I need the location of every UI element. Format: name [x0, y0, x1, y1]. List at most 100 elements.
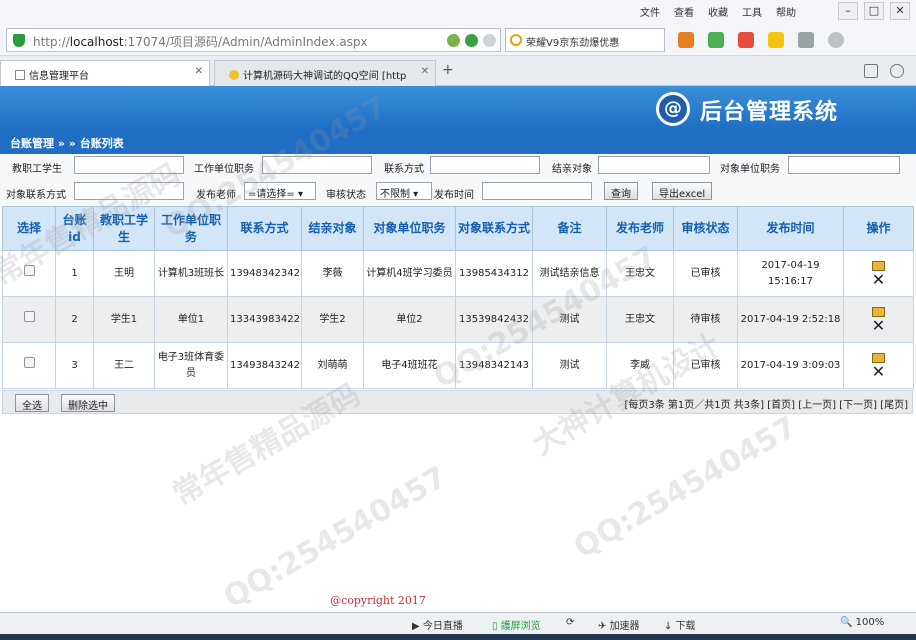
cell-phone: 13493843242 [227, 342, 302, 389]
tab-info-platform[interactable]: 信息管理平台 ✕ [0, 60, 210, 86]
compat-mode-icon[interactable] [447, 34, 460, 47]
cell-note: 测试 [532, 296, 607, 343]
translate-icon[interactable] [738, 32, 754, 48]
shop-icon[interactable] [708, 32, 724, 48]
search-box[interactable]: 荣耀V9京东劲爆优惠 [505, 28, 665, 52]
review-status-select[interactable]: 不限制 ▾ [376, 182, 432, 200]
publish-time-input[interactable] [482, 182, 592, 200]
menu-favorites[interactable]: 收藏 [708, 4, 728, 19]
table-row: 2 学生1 单位1 13343983422 学生2 单位2 1353984243… [2, 296, 914, 343]
eye-protect-toggle[interactable]: ▯ 護屏浏览 [492, 617, 541, 632]
edit-icon[interactable] [872, 260, 885, 271]
edit-icon[interactable] [872, 306, 885, 317]
teacher-select[interactable]: =请选择= ▾ [244, 182, 316, 200]
live-link[interactable]: ▶ 今日直播 [412, 617, 463, 632]
accelerator-link[interactable]: ✈ 加速器 [598, 617, 640, 632]
admin-banner: @ 后台管理系统 [0, 86, 916, 130]
col-unit: 工作单位职务 [154, 206, 228, 251]
refresh-icon[interactable]: ⟳ [566, 617, 574, 628]
address-bar-area: http://localhost:17074/项目源码/Admin/AdminI… [0, 24, 916, 56]
row-checkbox[interactable] [23, 311, 35, 322]
cell-phone: 13948342342 [227, 250, 302, 297]
col-note: 备注 [532, 206, 607, 251]
cell-time: 2017-04-19 3:09:03 [737, 342, 844, 389]
tab-strip: 信息管理平台 ✕ 计算机源码大神调试的QQ空间 [http ✕ + [0, 56, 916, 86]
minimize-button[interactable]: – [838, 2, 858, 20]
publish-teacher-label: 发布老师 [196, 190, 236, 201]
cell-person: 学生1 [93, 296, 155, 343]
contact-input[interactable] [430, 156, 540, 174]
menu-tools[interactable]: 工具 [742, 4, 762, 19]
delete-icon[interactable]: ✕ [844, 363, 913, 379]
edit-icon[interactable] [872, 352, 885, 363]
filter-panel: 教职工学生 工作单位职务 联系方式 结亲对象 对象单位职务 对象联系方式 发布老… [0, 154, 916, 206]
cell-status: 已审核 [673, 250, 738, 297]
chevron-down-icon[interactable] [483, 34, 496, 47]
table-footer: 全选 删除选中 [每页3条 第1页／共1页 共3条] [首页] [上一页] [下… [2, 390, 913, 414]
cell-person: 王明 [93, 250, 155, 297]
close-tab-icon[interactable]: ✕ [421, 66, 429, 77]
cell-time: 2017-04-19 2:52:18 [737, 296, 844, 343]
extension-icon[interactable] [768, 32, 784, 48]
cell-status: 待审核 [673, 296, 738, 343]
teacher-student-input[interactable] [74, 156, 184, 174]
pair-target-label: 结亲对象 [552, 164, 592, 175]
new-tab-button[interactable]: + [442, 62, 454, 78]
col-contact: 联系方式 [227, 206, 302, 251]
security-shield-icon [13, 34, 25, 47]
menu-file[interactable]: 文件 [640, 4, 660, 19]
tab-qq-space[interactable]: 计算机源码大神调试的QQ空间 [http ✕ [214, 60, 436, 86]
pair-target-input[interactable] [598, 156, 710, 174]
row-checkbox[interactable] [23, 357, 35, 368]
table-row: 3 王二 电子3班体育委员 13493843242 刘萌萌 电子4班班花 139… [2, 342, 914, 389]
browser-statusbar: ▶ 今日直播 ▯ 護屏浏览 ⟳ ✈ 加速器 ↓ 下载 🔍 100% [0, 612, 916, 634]
select-all-button[interactable]: 全选 [15, 394, 49, 412]
maximize-button[interactable]: □ [864, 2, 884, 20]
cell-target: 刘萌萌 [301, 342, 364, 389]
address-bar[interactable]: http://localhost:17074/项目源码/Admin/AdminI… [6, 28, 501, 52]
banner-title: 后台管理系统 [700, 100, 839, 125]
logo-icon: @ [656, 92, 690, 126]
cell-id: 2 [55, 296, 94, 343]
browser-menubar: 文件 查看 收藏 工具 帮助 – □ ✕ [0, 0, 916, 24]
toolbar-icons [678, 32, 844, 48]
col-teacher: 发布老师 [606, 206, 674, 251]
export-excel-button[interactable]: 导出excel [652, 182, 713, 200]
undo-close-icon[interactable] [890, 64, 904, 78]
col-target: 结亲对象 [301, 206, 364, 251]
teacher-student-label: 教职工学生 [12, 164, 62, 175]
target-contact-input[interactable] [74, 182, 184, 200]
menu-view[interactable]: 查看 [674, 4, 694, 19]
download-link[interactable]: ↓ 下载 [664, 617, 696, 632]
cell-id: 1 [55, 250, 94, 297]
col-target-contact: 对象联系方式 [455, 206, 533, 251]
query-button[interactable]: 查询 [604, 182, 638, 200]
col-id: 台账id [55, 206, 94, 251]
target-contact-label: 对象联系方式 [6, 190, 66, 201]
delete-icon[interactable]: ✕ [844, 317, 913, 333]
col-status: 审核状态 [673, 206, 738, 251]
search-text[interactable]: 荣耀V9京东劲爆优惠 [526, 34, 619, 49]
restore-tabs-icon[interactable] [864, 64, 878, 78]
window-controls: – □ ✕ [838, 2, 910, 20]
work-unit-input[interactable] [262, 156, 372, 174]
zoom-level[interactable]: 🔍 100% [840, 617, 884, 628]
zoom-search-icon[interactable] [828, 32, 844, 48]
url-text[interactable]: http://localhost:17074/项目源码/Admin/AdminI… [33, 33, 368, 50]
row-checkbox[interactable] [23, 265, 35, 276]
delete-icon[interactable]: ✕ [844, 271, 913, 287]
close-window-button[interactable]: ✕ [890, 2, 910, 20]
watermark-qq: QQ:254540457 [218, 459, 453, 616]
target-unit-input[interactable] [788, 156, 900, 174]
delete-selected-button[interactable]: 删除选中 [61, 394, 115, 412]
gamepad-icon[interactable] [798, 32, 814, 48]
cell-target-phone: 13539842432 [455, 296, 533, 343]
pagination[interactable]: [每页3条 第1页／共1页 共3条] [首页] [上一页] [下一页] [尾页] [624, 396, 908, 411]
cell-teacher: 王忠文 [606, 250, 674, 297]
close-tab-icon[interactable]: ✕ [195, 66, 203, 77]
lightning-icon[interactable] [465, 34, 478, 47]
app-grid-icon[interactable] [678, 32, 694, 48]
cell-teacher: 李威 [606, 342, 674, 389]
cell-time: 2017-04-19 15:16:17 [737, 250, 844, 297]
menu-help[interactable]: 帮助 [776, 4, 796, 19]
